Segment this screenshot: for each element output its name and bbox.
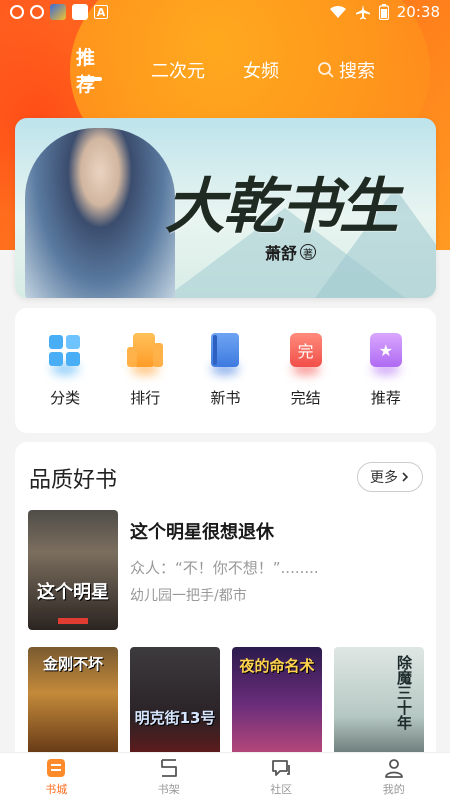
finished-glyph: 完	[289, 333, 322, 367]
game-notification-icon	[50, 4, 66, 20]
status-bar: A 20:38	[0, 0, 450, 24]
tab-anime[interactable]: 二次元	[151, 57, 205, 83]
more-label: 更多	[370, 470, 398, 486]
book-covers-row: 金刚不坏 明克街13号 夜的命名术 除魔三十年	[28, 647, 428, 762]
battery-icon	[378, 4, 389, 20]
rank-icon	[127, 333, 164, 375]
tab-recommend[interactable]: 推荐	[76, 43, 110, 97]
clock: 20:38	[396, 3, 440, 21]
nav-label: 社区	[270, 782, 293, 796]
quick-menu: 分类 排行 新书 完 完结 ★ 推荐	[15, 308, 436, 433]
quality-books-section: 品质好书 更多 这个明星 这个明星很想退休 众人：“不！你不想！”.......…	[15, 442, 436, 762]
app-notification-icon	[30, 5, 44, 19]
tab-label: 推荐	[76, 47, 96, 96]
tab-female[interactable]: 女频	[243, 57, 279, 83]
banner-author: 萧舒 著	[265, 240, 317, 264]
featured-book-meta: 幼儿园一把手/都市	[130, 588, 247, 604]
book-cover[interactable]: 明克街13号	[130, 647, 220, 762]
tab-search[interactable]: 搜索	[317, 57, 375, 83]
tab-label: 搜索	[339, 61, 375, 82]
search-icon	[318, 62, 334, 78]
category-icon	[47, 333, 83, 375]
app-notification-icon	[72, 4, 88, 20]
menu-label: 推荐	[370, 389, 401, 407]
menu-label: 排行	[130, 389, 161, 407]
more-button[interactable]: 更多	[357, 462, 423, 492]
cover-title: 除魔三十年	[395, 655, 413, 730]
wifi-icon	[329, 5, 346, 18]
menu-item-recommend[interactable]: ★ 推荐	[351, 333, 421, 408]
chevron-right-icon	[402, 472, 409, 482]
menu-label: 分类	[50, 389, 81, 407]
nav-bookstore[interactable]: 书城	[26, 757, 86, 797]
author-badge: 著	[300, 244, 317, 260]
cover-title: 金刚不坏	[42, 655, 103, 673]
active-tab-indicator	[84, 77, 102, 81]
featured-book-desc: 众人：“不！你不想！”........	[130, 559, 319, 577]
book-cover[interactable]: 除魔三十年	[334, 647, 424, 762]
menu-item-new-book[interactable]: 新书	[190, 333, 260, 408]
new-book-icon	[207, 333, 243, 375]
nav-community[interactable]: 社区	[251, 757, 311, 797]
featured-book-title[interactable]: 这个明星很想退休	[130, 518, 274, 544]
menu-label: 新书	[210, 389, 241, 407]
book-cover[interactable]: 金刚不坏	[28, 647, 118, 762]
author-name: 萧舒	[265, 244, 298, 263]
bottom-nav: 书城 书架 社区 我的	[0, 752, 450, 800]
nav-bookshelf[interactable]: 书架	[139, 757, 199, 797]
menu-item-category[interactable]: 分类	[30, 333, 100, 408]
recommend-icon: ★	[368, 333, 404, 375]
airplane-icon	[355, 5, 370, 20]
banner-title: 大乾书生	[165, 172, 399, 242]
banner-character-art	[25, 128, 175, 298]
nav-label: 书架	[157, 782, 180, 796]
community-icon	[272, 759, 291, 776]
menu-item-rank[interactable]: 排行	[110, 333, 180, 408]
tab-label: 二次元	[151, 61, 205, 82]
top-tabs: 推荐 二次元 女频 搜索	[0, 47, 450, 96]
nav-label: 书城	[45, 782, 68, 796]
tab-label: 女频	[243, 61, 279, 82]
finished-icon: 完	[288, 333, 324, 375]
bookshelf-icon	[160, 758, 177, 777]
menu-item-finished[interactable]: 完 完结	[271, 333, 341, 408]
promo-banner[interactable]: 大乾书生 萧舒 著	[15, 118, 436, 298]
featured-book-cover[interactable]: 这个明星	[28, 510, 118, 630]
cover-title: 这个明星	[37, 582, 109, 603]
nav-label: 我的	[382, 782, 405, 796]
cover-title: 明克街13号	[134, 709, 216, 727]
menu-label: 完结	[290, 389, 321, 407]
a-notification-icon: A	[94, 5, 108, 19]
app-notification-icon	[10, 5, 24, 19]
cover-title: 夜的命名术	[239, 657, 315, 675]
bookstore-icon	[47, 758, 66, 777]
profile-icon	[384, 758, 403, 778]
nav-profile[interactable]: 我的	[364, 757, 424, 797]
section-title: 品质好书	[29, 468, 118, 493]
book-cover[interactable]: 夜的命名术	[232, 647, 322, 762]
star-glyph: ★	[369, 333, 402, 367]
